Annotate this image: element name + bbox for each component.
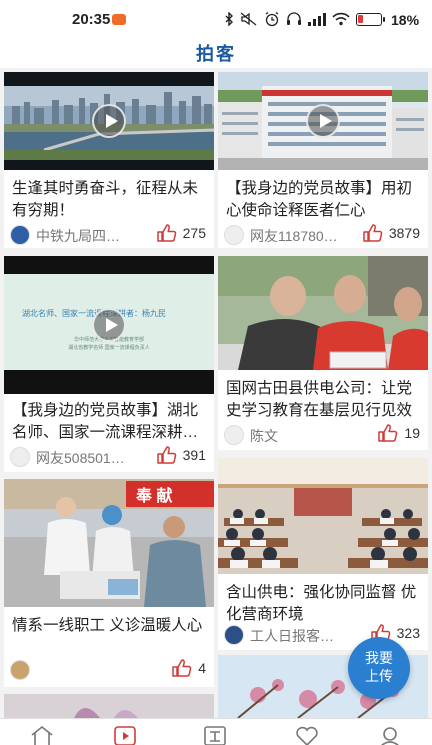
- author-avatar[interactable]: [10, 447, 30, 467]
- card-thumbnail[interactable]: [218, 256, 428, 370]
- card-thumbnail[interactable]: [218, 72, 428, 170]
- headset-icon: [287, 12, 301, 25]
- card-thumbnail[interactable]: 湖北名师、国家一流课程深耕者：杨九民 华中师范大学人工智能教育学部 湖北省教学名…: [4, 256, 214, 394]
- upload-button[interactable]: 我要 上传: [348, 637, 410, 699]
- card-meta: 网友508501… 391: [10, 446, 206, 468]
- author-name[interactable]: 网友508501…: [36, 448, 132, 468]
- card-meta: 陈文 19: [224, 424, 420, 446]
- bluetooth-icon: [225, 12, 233, 26]
- signal-icon: [308, 12, 326, 26]
- author-avatar[interactable]: [224, 225, 244, 245]
- upload-label-line2: 上传: [365, 668, 393, 684]
- card-meta: 网友118780… 3879: [224, 224, 420, 246]
- feed-card[interactable]: 奉 献 情系一线职工 义诊温暖人心 4: [4, 479, 214, 687]
- thumbs-up-icon: [156, 224, 176, 242]
- thumbs-up-icon: [172, 659, 192, 677]
- thumbs-up-icon: [363, 224, 383, 242]
- feed-card[interactable]: 国网古田县供电公司：让党史学习教育在基层见行见效 陈文 19: [218, 256, 428, 450]
- battery-icon: [356, 12, 385, 26]
- bottom-tab-bar: [0, 718, 432, 745]
- play-button[interactable]: [92, 104, 126, 138]
- like-button[interactable]: 3879: [363, 224, 420, 242]
- tab-favorites[interactable]: [294, 725, 320, 745]
- author-name[interactable]: 网友118780…: [250, 226, 346, 246]
- app-notification-icon: [112, 14, 126, 25]
- play-button[interactable]: [306, 104, 340, 138]
- card-thumbnail[interactable]: [4, 72, 214, 170]
- home-icon: [31, 725, 53, 745]
- like-button[interactable]: 275: [156, 224, 206, 242]
- like-button[interactable]: 19: [378, 424, 420, 442]
- author-name[interactable]: 中铁九局四…: [36, 226, 132, 246]
- like-count: 19: [404, 425, 420, 441]
- wifi-icon: [332, 12, 350, 26]
- feed-card-next[interactable]: [4, 694, 214, 718]
- thumb-line2: 湖北省教学名师 国家一流课程负责人: [68, 345, 150, 351]
- user-icon: [381, 727, 399, 745]
- alarm-icon: [265, 11, 279, 27]
- battery-percent: 18%: [391, 12, 420, 28]
- feed-card[interactable]: 【我身边的党员故事】用初心使命诠释医者仁心 网友118780… 3879: [218, 72, 428, 248]
- heart-icon: [296, 726, 318, 745]
- page-title: 拍客: [196, 44, 236, 64]
- like-count: 275: [182, 225, 206, 241]
- thumbs-up-icon: [156, 446, 176, 464]
- card-title[interactable]: 生逢其时勇奋斗，征程从未有穷期！: [12, 178, 206, 222]
- author-avatar[interactable]: [224, 425, 244, 445]
- card-title[interactable]: 【我身边的党员故事】湖北名师、国家一流课程深耕…: [12, 400, 206, 444]
- card-title[interactable]: 情系一线职工 义诊温暖人心: [12, 615, 206, 637]
- like-button[interactable]: 4: [172, 659, 206, 677]
- feed-card[interactable]: 含山供电：强化协同监督 优化营商环境 工人日报客… 323: [218, 458, 428, 650]
- like-count: 391: [182, 447, 206, 463]
- feed-card[interactable]: 生逢其时勇奋斗，征程从未有穷期！ 中铁九局四… 275: [4, 72, 214, 248]
- card-title[interactable]: 含山供电：强化协同监督 优化营商环境: [226, 582, 420, 626]
- author-avatar[interactable]: [10, 660, 30, 680]
- page-header: 拍客: [0, 36, 432, 68]
- author-name[interactable]: 陈文: [250, 426, 346, 446]
- play-button[interactable]: [92, 308, 126, 342]
- mute-icon: [240, 12, 257, 26]
- card-meta: 中铁九局四… 275: [10, 224, 206, 246]
- card-thumbnail[interactable]: 奉 献: [4, 479, 214, 607]
- like-count: 4: [198, 660, 206, 676]
- card-thumbnail[interactable]: [218, 458, 428, 574]
- thumb-banner: 奉 献: [136, 488, 173, 505]
- video-icon: [114, 726, 136, 745]
- status-bar: 20:35 18%: [0, 0, 432, 36]
- tab-profile[interactable]: [378, 725, 404, 745]
- card-title[interactable]: 国网古田县供电公司：让党史学习教育在基层见行见效: [226, 378, 420, 422]
- author-avatar[interactable]: [10, 225, 30, 245]
- like-count: 323: [396, 625, 420, 641]
- status-time: 20:35: [72, 11, 111, 28]
- author-avatar[interactable]: [224, 625, 244, 645]
- card-meta: 4: [10, 659, 206, 681]
- feed-card[interactable]: 湖北名师、国家一流课程深耕者：杨九民 华中师范大学人工智能教育学部 湖北省教学名…: [4, 256, 214, 472]
- tab-workers[interactable]: [203, 725, 229, 745]
- tab-home[interactable]: [30, 725, 56, 745]
- like-count: 3879: [388, 225, 420, 241]
- tab-video[interactable]: [113, 725, 139, 745]
- thumbs-up-icon: [378, 424, 398, 442]
- author-name[interactable]: 工人日报客…: [250, 626, 346, 646]
- card-title[interactable]: 【我身边的党员故事】用初心使命诠释医者仁心: [226, 178, 420, 222]
- workers-icon: [204, 726, 226, 745]
- upload-label-line1: 我要: [365, 650, 393, 666]
- status-icons: [224, 10, 385, 28]
- like-button[interactable]: 391: [156, 446, 206, 464]
